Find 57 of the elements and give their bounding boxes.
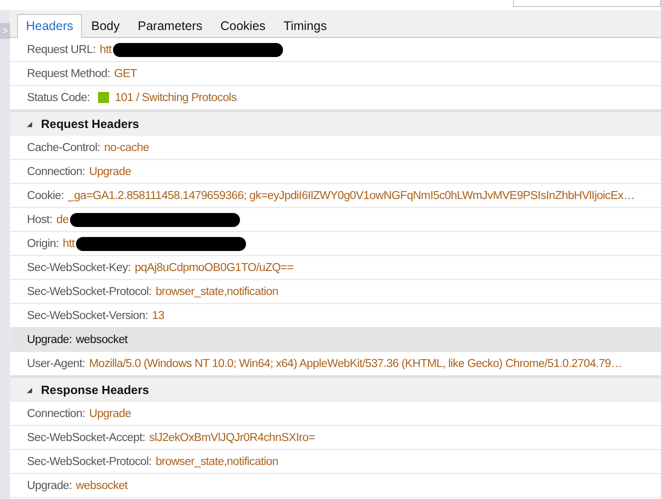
header-value: Mozilla/5.0 (Windows NT 10.0; Win64; x64) AppleWebKit/537.36 (KHTML, like Gecko) Chrome/51.0.2704.79… (89, 358, 622, 370)
header-row[interactable]: Sec-WebSocket-Accept: slJ2ekOxBmVlJQJr0R4chnSXIro= (10, 426, 661, 450)
header-name: Upgrade: (27, 334, 72, 346)
header-name: Origin: (27, 238, 59, 250)
header-name: Status Code: (27, 92, 90, 104)
header-row[interactable]: Host: de (10, 208, 661, 232)
header-value: _ga=GA1.2.858111458.1479659366; gk=eyJpdiI6IlZWY0g0V1owNGFqNmI5c0hLWmJvMVE9PSIsInZhbHVlIjoicEx… (68, 190, 635, 202)
header-name: Request URL: (27, 44, 96, 56)
header-value: GET (114, 68, 137, 80)
header-name: Request Method: (27, 68, 110, 80)
header-name: Connection: (27, 166, 86, 178)
header-value: 101 / Switching Protocols (114, 92, 237, 104)
header-name: Connection: (27, 408, 86, 420)
tab[interactable]: Body (82, 14, 129, 38)
header-value: pqAj8uCdpmoOB0G1TO/uZQ== (134, 262, 294, 274)
tab[interactable]: Cookies (211, 14, 275, 38)
header-value: browser_state,notification (156, 456, 278, 468)
header-value: Upgrade (89, 166, 132, 178)
header-value: websocket (76, 334, 128, 346)
header-row[interactable]: Sec-WebSocket-Protocol: browser_state,notification (10, 280, 661, 304)
header-value: de (56, 214, 69, 226)
header-name: Sec-WebSocket-Key: (27, 262, 131, 274)
header-name: Sec-WebSocket-Version: (27, 310, 148, 322)
header-value: htt (62, 238, 75, 250)
header-row[interactable]: Sec-WebSocket-Key: pqAj8uCdpmoOB0G1TO/uZQ== (10, 256, 661, 280)
header-name: Cookie: (27, 190, 64, 202)
header-row[interactable]: Upgrade: websocket (10, 474, 661, 498)
header-name: Sec-WebSocket-Protocol: (27, 456, 152, 468)
header-name: Upgrade: (27, 480, 72, 492)
header-value: 13 (152, 310, 164, 322)
tab[interactable]: Headers (17, 14, 82, 38)
header-name: Sec-WebSocket-Protocol: (27, 286, 152, 298)
header-name: Sec-WebSocket-Accept: (27, 432, 146, 444)
header-row[interactable]: Cookie: _ga=GA1.2.858111458.1479659366; gk=eyJpdiI6IlZWY0g0V1owNGFqNmI5c0hLWmJvMVE9PSIsInZhbHVlIjoicEx… (10, 184, 661, 208)
tab[interactable]: Parameters (128, 14, 212, 38)
header-name: User-Agent: (27, 358, 86, 370)
header-row[interactable]: Connection: Upgrade (10, 160, 661, 184)
header-value: no-cache (104, 142, 150, 154)
header-value: slJ2ekOxBmVlJQJr0R4chnSXIro= (149, 432, 315, 444)
header-row[interactable]: Cache-Control: no-cache (10, 136, 661, 160)
section-title: Response Headers (41, 383, 150, 397)
header-row[interactable]: Upgrade: websocket (10, 328, 661, 352)
header-value: browser_state,notification (156, 286, 278, 298)
header-row[interactable]: Connection: Upgrade (10, 402, 661, 426)
header-row[interactable]: Request Method: GET (10, 62, 661, 86)
section-header[interactable]: Response Headers (10, 376, 661, 402)
header-value: Upgrade (89, 408, 132, 420)
header-value: websocket (76, 480, 128, 492)
section-header[interactable]: Request Headers (10, 110, 661, 136)
section-title: Request Headers (41, 117, 140, 131)
header-row[interactable]: Sec-WebSocket-Protocol: browser_state,notification (10, 450, 661, 474)
header-name: Cache-Control: (27, 142, 100, 154)
header-value: htt (100, 44, 112, 56)
header-name: Host: (27, 214, 52, 226)
header-row[interactable]: Request URL: htt (10, 38, 661, 62)
header-row[interactable]: Origin: htt (10, 232, 661, 256)
tab[interactable]: Timings (274, 14, 336, 38)
